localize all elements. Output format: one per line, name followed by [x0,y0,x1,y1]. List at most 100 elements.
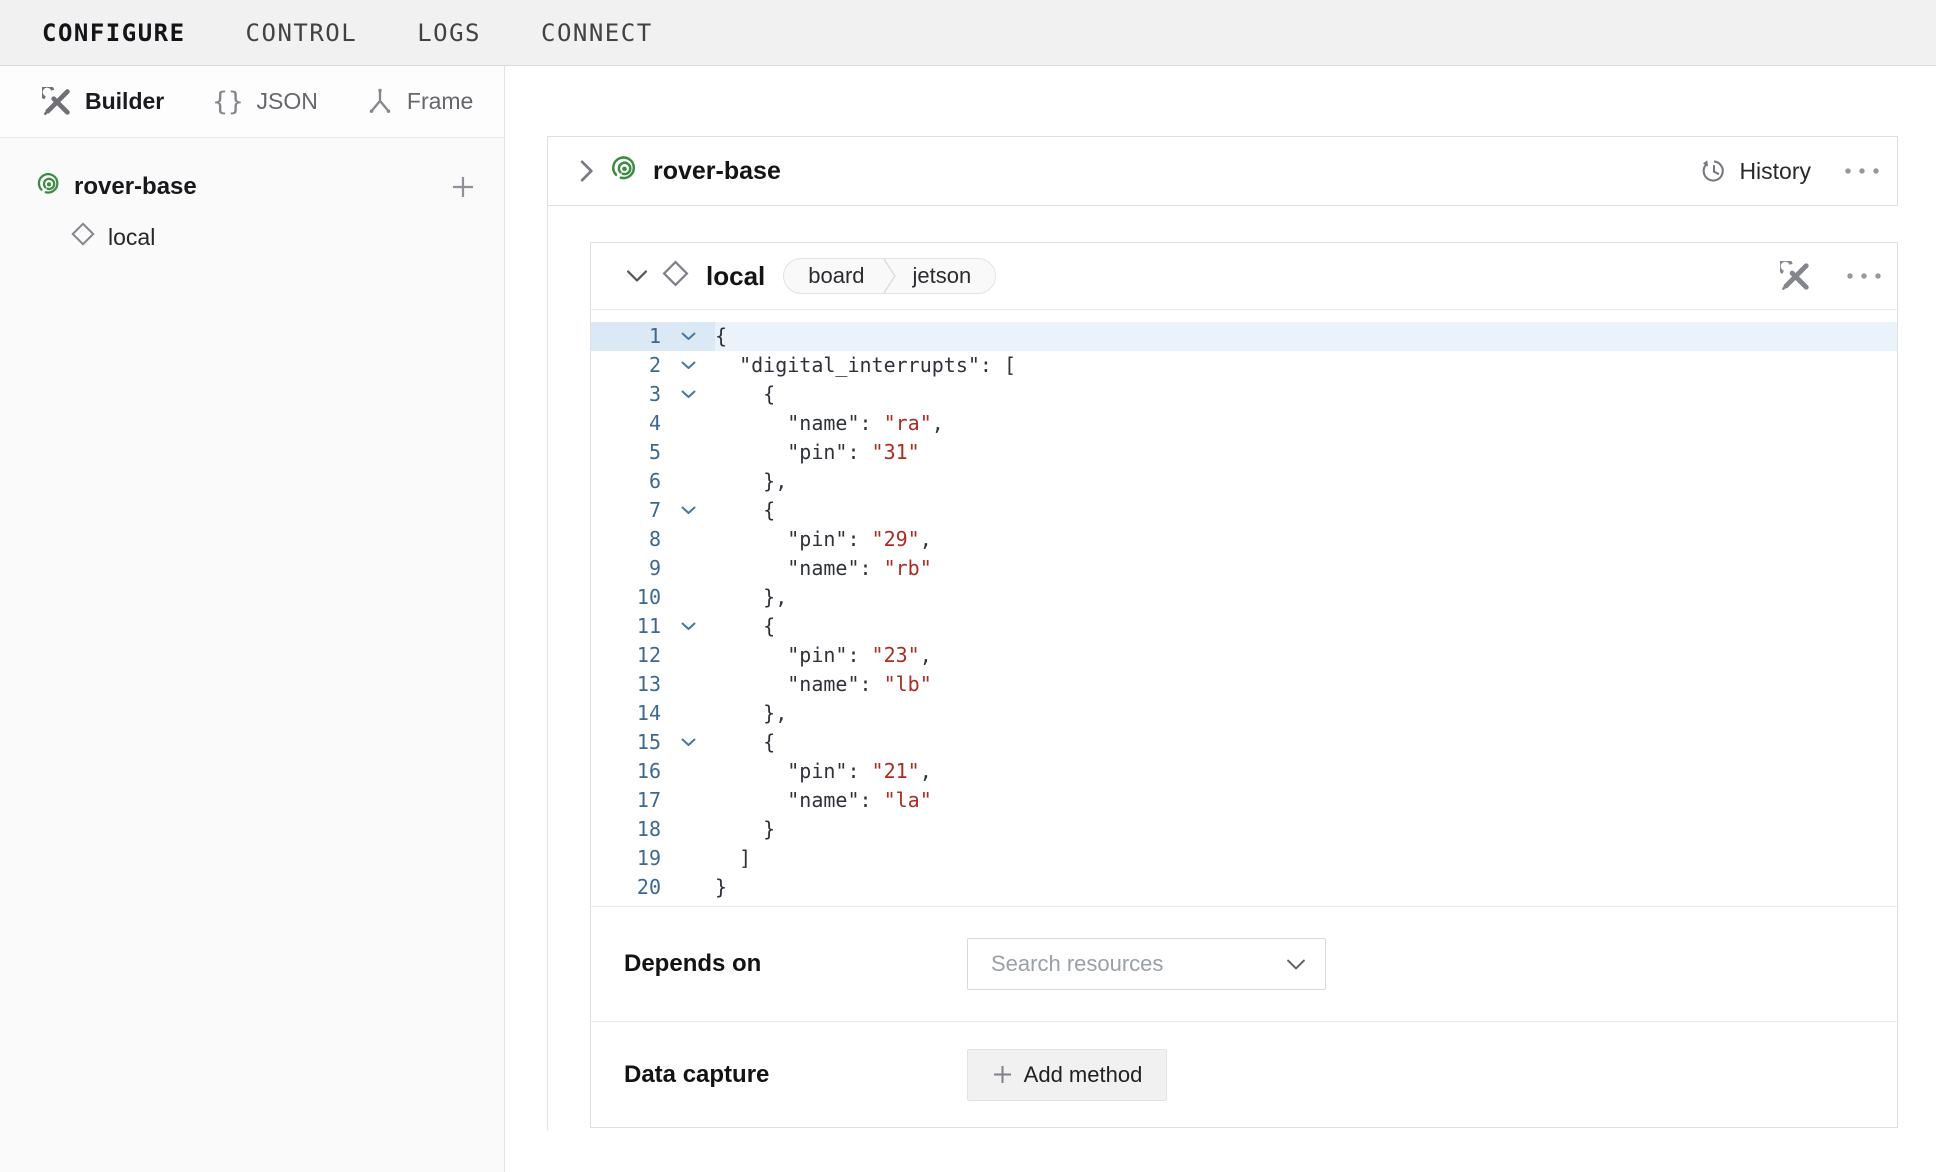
subnav-tab-frame[interactable]: Frame [366,87,473,117]
resource-tree: rover-base local [0,138,504,262]
code-text[interactable]: ] [715,844,1897,873]
line-number: 5 [591,438,661,467]
select-placeholder: Search resources [991,951,1287,977]
ellipsis-icon [1843,166,1881,176]
nav-tab-connect[interactable]: CONNECT [541,19,653,47]
fold-spacer [661,525,715,554]
code-text[interactable]: }, [715,583,1897,612]
code-text[interactable]: "name": "rb" [715,554,1897,583]
editor-line-11[interactable]: 11 { [591,612,1897,641]
subnav-tab-builder[interactable]: Builder [42,87,164,117]
fold-spacer [661,844,715,873]
line-number: 16 [591,757,661,786]
editor-line-16[interactable]: 16 "pin": "21", [591,757,1897,786]
editor-line-1[interactable]: 1{ [591,322,1897,351]
depends-on-label: Depends on [624,950,967,978]
add-method-button[interactable]: Add method [967,1049,1167,1101]
code-text[interactable]: "digital_interrupts": [ [715,351,1897,380]
machine-title: rover-base [653,157,781,186]
editor-line-5[interactable]: 5 "pin": "31" [591,438,1897,467]
machine-menu-button[interactable] [1837,160,1887,182]
line-number: 3 [591,380,661,409]
fold-toggle-icon[interactable] [661,351,715,380]
chevron-right-icon [580,160,594,182]
fold-spacer [661,786,715,815]
editor-line-9[interactable]: 9 "name": "rb" [591,554,1897,583]
editor-line-4[interactable]: 4 "name": "ra", [591,409,1897,438]
depends-on-select[interactable]: Search resources [967,938,1326,990]
editor-line-6[interactable]: 6 }, [591,467,1897,496]
fold-toggle-icon[interactable] [661,496,715,525]
code-text[interactable]: "name": "la" [715,786,1897,815]
editor-line-7[interactable]: 7 { [591,496,1897,525]
code-text[interactable]: "pin": "23", [715,641,1897,670]
code-text[interactable]: "name": "ra", [715,409,1897,438]
fold-spacer [661,873,715,902]
code-text[interactable]: "name": "lb" [715,670,1897,699]
tree-connector-line [547,206,548,1130]
plus-icon [992,1064,1013,1085]
fold-toggle-icon[interactable] [661,612,715,641]
editor-line-20[interactable]: 20} [591,873,1897,902]
code-text[interactable]: } [715,815,1897,844]
fold-toggle-icon[interactable] [661,380,715,409]
editor-line-8[interactable]: 8 "pin": "29", [591,525,1897,554]
machine-card: rover-base History [547,136,1898,206]
code-text[interactable]: { [715,380,1897,409]
editor-line-12[interactable]: 12 "pin": "23", [591,641,1897,670]
tree-item-rover-base[interactable]: rover-base [0,162,504,212]
subnav-tab-label: JSON [257,88,318,115]
nav-tab-control[interactable]: CONTROL [246,19,358,47]
line-number: 17 [591,786,661,815]
fold-spacer [661,815,715,844]
line-number: 6 [591,467,661,496]
tag-divider [883,258,897,294]
line-number: 14 [591,699,661,728]
code-text[interactable]: "pin": "29", [715,525,1897,554]
history-button[interactable]: History [1700,157,1811,185]
editor-line-13[interactable]: 13 "name": "lb" [591,670,1897,699]
editor-line-18[interactable]: 18 } [591,815,1897,844]
line-number: 1 [591,322,661,351]
configure-tools-button[interactable] [1774,255,1817,298]
component-card-local: local boardjetson [590,242,1898,1128]
editor-line-2[interactable]: 2 "digital_interrupts": [ [591,351,1897,380]
nav-tab-configure[interactable]: CONFIGURE [42,19,186,47]
editor-line-10[interactable]: 10 }, [591,583,1897,612]
line-number: 2 [591,351,661,380]
editor-line-17[interactable]: 17 "name": "la" [591,786,1897,815]
component-type-model-tag: boardjetson [783,258,996,294]
line-number: 20 [591,873,661,902]
code-text[interactable]: "pin": "31" [715,438,1897,467]
add-resource-button[interactable] [448,172,478,202]
component-menu-button[interactable] [1839,265,1889,287]
editor-line-14[interactable]: 14 }, [591,699,1897,728]
tree-item-local[interactable]: local [0,212,504,262]
code-text[interactable]: "pin": "21", [715,757,1897,786]
expand-machine-button[interactable] [574,154,600,188]
editor-line-15[interactable]: 15 { [591,728,1897,757]
fold-toggle-icon[interactable] [661,322,715,351]
fold-spacer [661,467,715,496]
nav-tab-logs[interactable]: LOGS [417,19,481,47]
code-text[interactable]: { [715,322,1897,351]
frame-icon [366,87,394,117]
subnav-tab-json[interactable]: {} JSON [212,87,318,117]
code-text[interactable]: }, [715,467,1897,496]
fold-toggle-icon[interactable] [661,728,715,757]
code-text[interactable]: { [715,496,1897,525]
editor-line-3[interactable]: 3 { [591,380,1897,409]
line-number: 18 [591,815,661,844]
collapse-component-button[interactable] [621,264,653,288]
component-title: local [706,261,765,292]
main-content: rover-base History [505,66,1936,1172]
editor-line-19[interactable]: 19 ] [591,844,1897,873]
json-editor[interactable]: 1{2 "digital_interrupts": [3 {4 "name": … [591,309,1897,907]
line-number: 4 [591,409,661,438]
braces-icon: {} [212,87,243,117]
code-text[interactable]: }, [715,699,1897,728]
code-text[interactable]: } [715,873,1897,902]
code-text[interactable]: { [715,728,1897,757]
code-text[interactable]: { [715,612,1897,641]
line-number: 9 [591,554,661,583]
